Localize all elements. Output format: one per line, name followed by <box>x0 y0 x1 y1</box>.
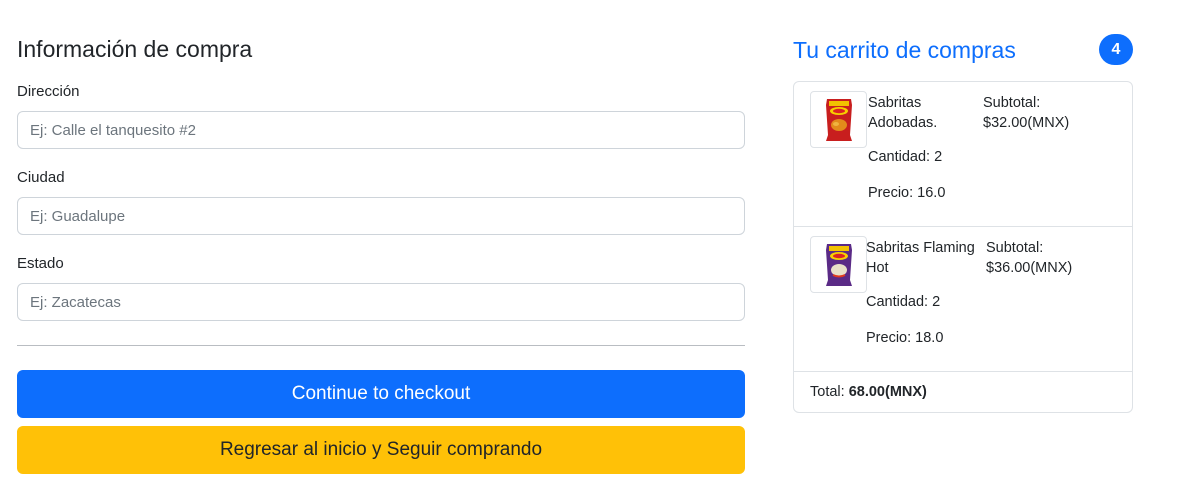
form-title: Información de compra <box>17 36 253 62</box>
cart-total: Total: 68.00(MNX) <box>810 384 927 400</box>
state-label: Estado <box>17 255 64 272</box>
total-value: 68.00(MNX) <box>848 384 927 400</box>
item-quantity: Cantidad: 2 <box>866 294 941 310</box>
cart-item: Sabritas Flaming Hot Subtotal: $36.00(MN… <box>794 227 1132 372</box>
item-price: Precio: 16.0 <box>868 185 946 201</box>
state-input[interactable] <box>17 283 745 321</box>
cart-list: Sabritas Adobadas. Subtotal: $32.00(MNX)… <box>793 81 1133 413</box>
address-label: Dirección <box>17 83 80 100</box>
item-subtotal: Subtotal: $36.00(MNX) <box>986 240 1073 276</box>
cart-title: Tu carrito de compras <box>793 37 1016 63</box>
total-label: Total: <box>810 384 845 400</box>
item-price: Precio: 18.0 <box>866 330 944 346</box>
cart-item: Sabritas Adobadas. Subtotal: $32.00(MNX)… <box>794 82 1132 227</box>
form-divider <box>17 345 745 346</box>
checkout-button[interactable]: Continue to checkout <box>17 370 745 418</box>
cart-count-badge: 4 <box>1099 34 1133 65</box>
city-input[interactable] <box>17 197 745 235</box>
city-label: Ciudad <box>17 169 65 186</box>
item-quantity: Cantidad: 2 <box>868 149 943 165</box>
red-chips-bag-icon <box>810 91 867 148</box>
item-name: Sabritas Adobadas. <box>868 95 938 131</box>
item-name: Sabritas Flaming Hot <box>866 240 975 276</box>
purple-chips-bag-icon <box>810 236 867 293</box>
item-subtotal: Subtotal: $32.00(MNX) <box>983 95 1070 131</box>
continue-shopping-button[interactable]: Regresar al inicio y Seguir comprando <box>17 426 745 474</box>
address-input[interactable] <box>17 111 745 149</box>
